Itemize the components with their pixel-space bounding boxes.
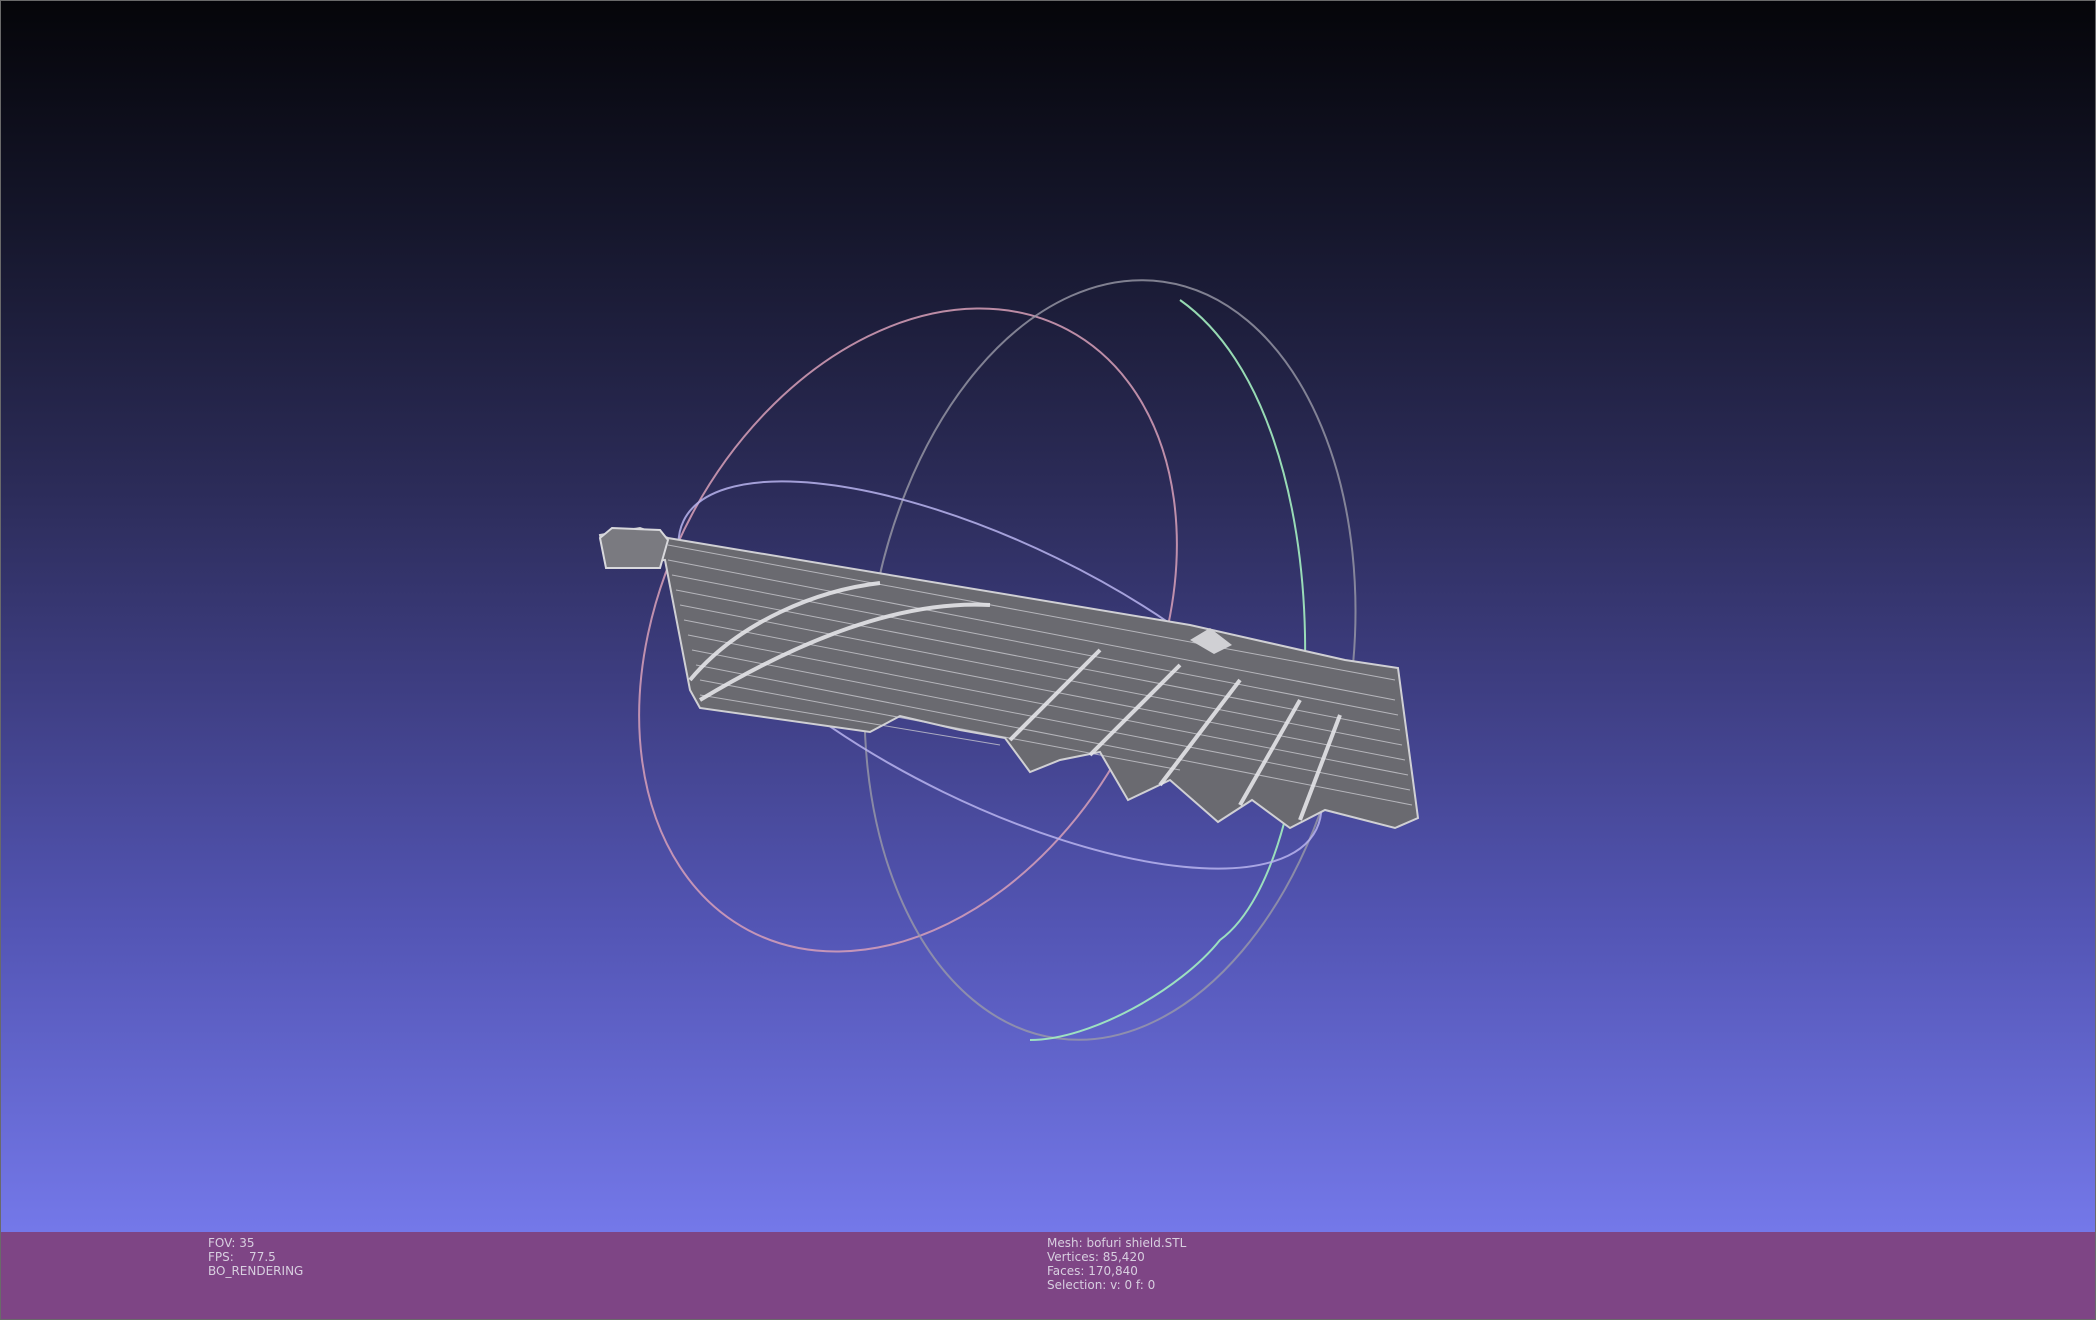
mesh-top-surface (598, 526, 1420, 830)
mesh-name-label: Mesh: bofuri shield.STL (1047, 1236, 1187, 1250)
fps-label: FPS: 77.5 (208, 1250, 276, 1264)
3d-viewport[interactable] (0, 0, 2096, 1232)
mesh-tab (598, 526, 670, 569)
scene-canvas[interactable] (0, 0, 2096, 1232)
render-mode-label: BO_RENDERING (208, 1264, 304, 1278)
fov-label: FOV: 35 (208, 1236, 255, 1250)
mesh-stats: Mesh: bofuri shield.STL Vertices: 85,420… (1047, 1236, 1186, 1292)
info-bar: FOV: 35 FPS: 77.5 BO_RENDERING Mesh: bof… (0, 1232, 2096, 1320)
render-stats: FOV: 35 FPS: 77.5 BO_RENDERING (208, 1236, 303, 1278)
vertices-label: Vertices: 85,420 (1047, 1250, 1145, 1264)
selection-label: Selection: v: 0 f: 0 (1047, 1278, 1156, 1292)
faces-label: Faces: 170,840 (1047, 1264, 1138, 1278)
mesh-model[interactable] (598, 526, 1420, 830)
